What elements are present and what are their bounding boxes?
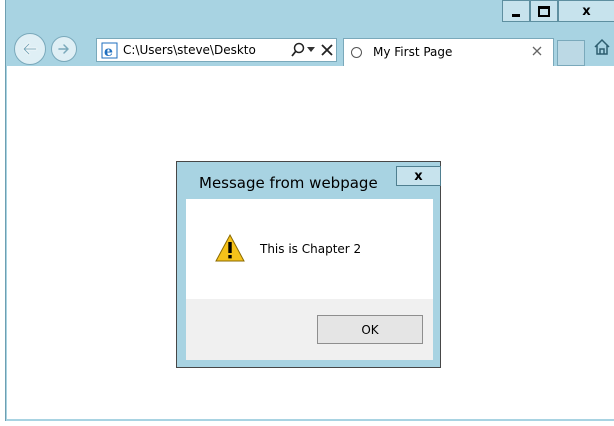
maximize-button[interactable] [530, 0, 558, 22]
ok-button[interactable]: OK [317, 315, 423, 344]
forward-arrow-icon [58, 44, 69, 54]
window-close-label: x [582, 3, 591, 19]
dialog-close-label: x [414, 168, 423, 184]
ie-page-icon: e [101, 42, 118, 59]
window-close-button[interactable]: x [558, 0, 614, 22]
forward-button[interactable] [51, 36, 77, 62]
svg-text:e: e [104, 44, 113, 59]
close-icon[interactable] [320, 43, 334, 57]
dialog-close-button[interactable]: x [396, 166, 441, 186]
back-arrow-icon [22, 42, 38, 56]
dialog-body: This is Chapter 2 OK [186, 199, 433, 360]
home-icon[interactable] [593, 38, 611, 56]
alert-dialog: Message from webpage x This is Chapter 2… [176, 161, 441, 368]
dialog-footer: OK [186, 299, 433, 360]
chevron-down-icon[interactable] [307, 47, 315, 53]
warning-icon [215, 233, 245, 262]
dialog-title: Message from webpage [199, 174, 378, 192]
address-bar[interactable]: e C:\Users\steve\Deskto [96, 38, 337, 62]
address-url: C:\Users\steve\Deskto [123, 43, 256, 57]
tab-title: My First Page [373, 45, 453, 59]
maximize-icon [538, 5, 550, 17]
tab-my-first-page[interactable]: My First Page [343, 38, 554, 66]
minimize-icon [512, 13, 520, 17]
close-icon[interactable] [531, 45, 543, 57]
dialog-message: This is Chapter 2 [260, 242, 362, 256]
minimize-button[interactable] [502, 0, 530, 22]
loading-icon [351, 47, 362, 58]
back-button[interactable] [14, 33, 46, 65]
new-tab-button[interactable] [557, 40, 585, 66]
search-icon[interactable] [290, 42, 306, 58]
